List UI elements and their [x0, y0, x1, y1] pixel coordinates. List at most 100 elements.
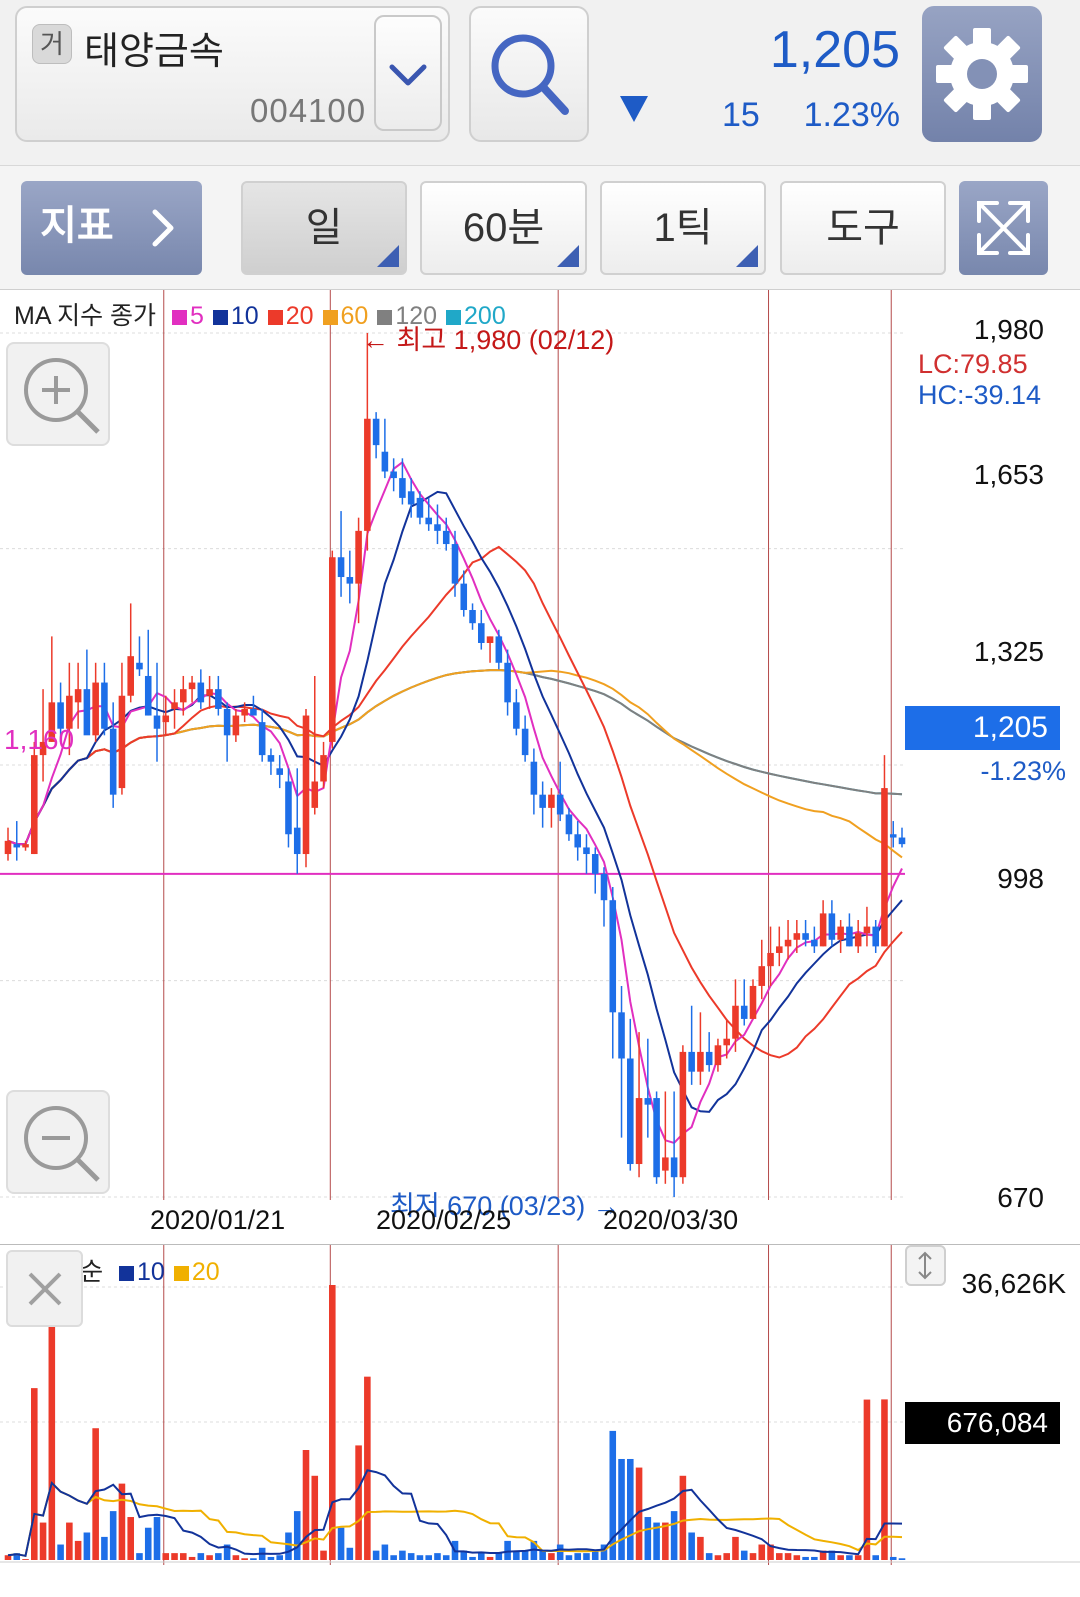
zoom-out-button[interactable]: [6, 1090, 110, 1194]
candle-body: [749, 985, 757, 1019]
candle-body: [802, 933, 809, 940]
volume-bar: [670, 1511, 678, 1560]
volume-bar: [346, 1547, 354, 1560]
volume-bar: [83, 1532, 91, 1560]
ma-line-20: [7, 545, 903, 1059]
ma-line-120: [7, 668, 903, 846]
candle-body: [889, 834, 897, 838]
candle-body: [714, 1045, 722, 1066]
candle-body: [215, 689, 222, 709]
candle-body: [767, 952, 774, 967]
high-annotation: ← 최고 1,980 (02/12): [362, 325, 615, 355]
volume-bar: [565, 1555, 573, 1560]
candle-body: [258, 722, 266, 756]
search-button[interactable]: [469, 6, 589, 142]
volume-bar: [250, 1558, 257, 1560]
volume-bar: [679, 1475, 687, 1560]
y-axis-label: 1,980: [973, 314, 1044, 345]
candle-body: [811, 939, 818, 947]
volume-bar: [162, 1553, 170, 1560]
expand-button[interactable]: [959, 181, 1048, 275]
settings-button[interactable]: [922, 6, 1042, 142]
candle-body: [92, 682, 99, 736]
candle-body: [478, 623, 485, 643]
y-axis-label: 670: [997, 1182, 1044, 1213]
candle-body: [285, 781, 292, 835]
price-chart[interactable]: [0, 290, 1080, 1245]
volume-bar: [101, 1536, 108, 1560]
volume-bar: [425, 1555, 432, 1560]
close-pane-button[interactable]: [6, 1250, 83, 1327]
candle-body: [311, 781, 319, 808]
volume-bar: [285, 1532, 292, 1560]
period-day-button[interactable]: 일: [241, 181, 407, 275]
volume-bar: [434, 1553, 441, 1560]
candle-body: [723, 1038, 730, 1046]
volume-bar: [311, 1475, 319, 1560]
volume-bar: [171, 1553, 178, 1560]
candle-body: [74, 689, 82, 703]
tools-button[interactable]: 도구: [780, 181, 946, 275]
volume-bar: [644, 1517, 652, 1560]
period-60min-label: 60분: [462, 206, 545, 250]
candle-body: [144, 675, 152, 716]
change-value: 15: [722, 96, 760, 134]
candle-body: [407, 491, 415, 505]
candle-body: [250, 708, 257, 716]
volume-bar: [136, 1553, 143, 1560]
volume-bar: [364, 1376, 371, 1560]
candle-body: [697, 1051, 704, 1072]
candle-body: [381, 451, 389, 472]
volume-bar: [776, 1553, 783, 1560]
volume-bar: [57, 1544, 64, 1560]
candle-body: [434, 524, 441, 531]
candle-body: [171, 702, 178, 709]
volume-bar: [329, 1285, 336, 1560]
candle-body: [644, 1098, 652, 1105]
volume-bar: [697, 1536, 704, 1560]
zoom-in-button[interactable]: [6, 342, 110, 446]
hc-label: HC:-39.14: [918, 380, 1042, 410]
period-tick-button[interactable]: 1틱: [600, 181, 766, 275]
lc-label: LC:79.85: [918, 349, 1028, 379]
volume-bar: [688, 1532, 695, 1560]
candle-body: [267, 755, 275, 762]
candle-body: [223, 708, 231, 736]
volume-bar: [854, 1555, 862, 1560]
volume-bar: [293, 1511, 301, 1560]
volume-bar: [574, 1553, 581, 1560]
ma-legend-label: 5: [189, 302, 204, 330]
candle-body: [758, 966, 766, 986]
period-60min-button[interactable]: 60분: [420, 181, 587, 275]
candle-body: [705, 1051, 713, 1066]
zoom-in-icon: [24, 358, 100, 434]
volume-bar: [495, 1553, 503, 1560]
stock-name[interactable]: 태양금속: [84, 20, 224, 75]
chevron-right-icon: [152, 209, 174, 247]
x-axis-label: 2020/03/30: [603, 1205, 739, 1235]
candle-body: [556, 794, 564, 815]
indicator-button[interactable]: 지표: [21, 181, 202, 275]
candle-body: [793, 933, 801, 940]
candle-body: [232, 715, 240, 736]
volume-bar: [740, 1550, 748, 1560]
ma-legend-label: 20: [285, 302, 314, 330]
volume-bar: [591, 1550, 599, 1560]
stock-code: 004100: [250, 92, 367, 129]
candle-body: [302, 715, 310, 855]
volume-bar: [188, 1556, 196, 1560]
candle-body: [670, 1157, 678, 1178]
candle-body: [451, 544, 459, 584]
candle-body: [188, 682, 196, 690]
volume-bar: [478, 1553, 485, 1560]
ma-legend-swatch: [322, 309, 338, 325]
candle-body: [521, 728, 529, 756]
candle-body: [127, 656, 134, 696]
volume-bar: [504, 1540, 511, 1560]
volume-bar: [407, 1553, 415, 1560]
volume-bar: [355, 1445, 362, 1560]
candle-body: [346, 577, 354, 584]
volume-bar: [521, 1550, 529, 1560]
stock-dropdown-button[interactable]: [374, 15, 442, 131]
candle-body: [898, 837, 906, 845]
